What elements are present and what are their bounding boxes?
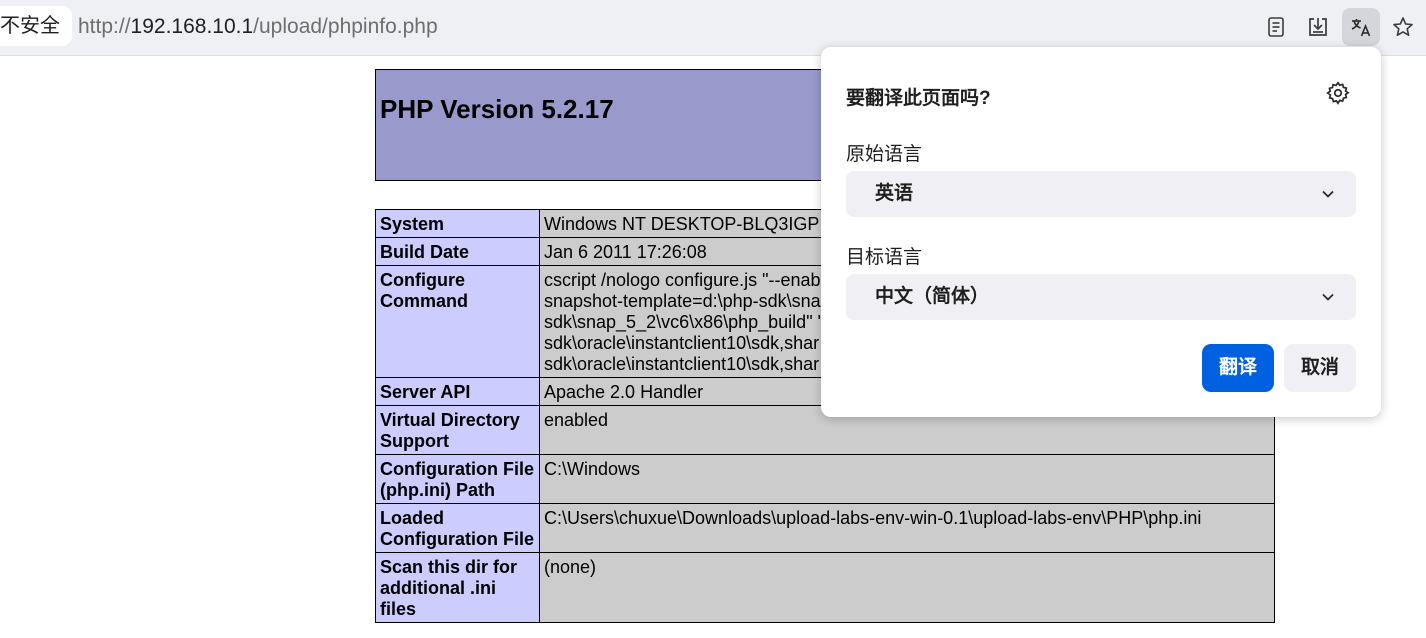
row-key: Server API (375, 377, 540, 406)
table-row: Configuration File (php.ini) Path C:\Wind… (375, 454, 1275, 504)
cancel-button[interactable]: 取消 (1284, 344, 1356, 392)
source-language-select[interactable]: 英语 (846, 171, 1356, 217)
source-language-label: 原始语言 (846, 144, 923, 165)
row-key: Build Date (375, 237, 540, 266)
row-key: Scan this dir for additional .ini files (375, 552, 540, 623)
row-key: System (375, 209, 540, 238)
chevron-down-icon (1322, 293, 1334, 301)
translate-button[interactable]: 翻译 (1202, 344, 1274, 392)
url-path: /upload/phpinfo.php (253, 15, 438, 38)
row-value: (none) (539, 552, 1275, 623)
bookmark-star-icon[interactable] (1384, 8, 1422, 46)
translate-popup: 要翻译此页面吗? 原始语言 英语 目标语言 中文（简体） 翻译 取消 (821, 47, 1381, 417)
row-value: C:\Users\chuxue\Downloads\upload-labs-en… (539, 503, 1275, 553)
row-key: Configure Command (375, 265, 540, 378)
row-key: Virtual Directory Support (375, 405, 540, 455)
source-language-value: 英语 (875, 183, 914, 204)
target-language-select[interactable]: 中文（简体） (846, 274, 1356, 320)
reader-view-icon[interactable] (1257, 8, 1295, 46)
url-scheme: http:// (78, 15, 131, 38)
chevron-down-icon (1322, 190, 1334, 198)
row-value: C:\Windows (539, 454, 1275, 504)
target-language-value: 中文（简体） (875, 286, 990, 307)
address-bar-url[interactable]: http://192.168.10.1/upload/phpinfo.php (78, 0, 438, 54)
php-version-title: PHP Version 5.2.17 (380, 94, 614, 124)
row-key: Loaded Configuration File (375, 503, 540, 553)
translate-icon[interactable] (1342, 8, 1380, 46)
settings-gear-icon[interactable] (1325, 80, 1351, 106)
download-icon[interactable] (1299, 8, 1337, 46)
security-indicator[interactable]: 不安全 (0, 6, 72, 46)
row-key: Configuration File (php.ini) Path (375, 454, 540, 504)
url-host: 192.168.10.1 (130, 15, 254, 38)
table-row: Scan this dir for additional .ini files(… (375, 552, 1275, 623)
popup-title: 要翻译此页面吗? (846, 88, 991, 109)
table-row: Loaded Configuration File C:\Users\chuxue… (375, 503, 1275, 553)
target-language-label: 目标语言 (846, 247, 923, 268)
